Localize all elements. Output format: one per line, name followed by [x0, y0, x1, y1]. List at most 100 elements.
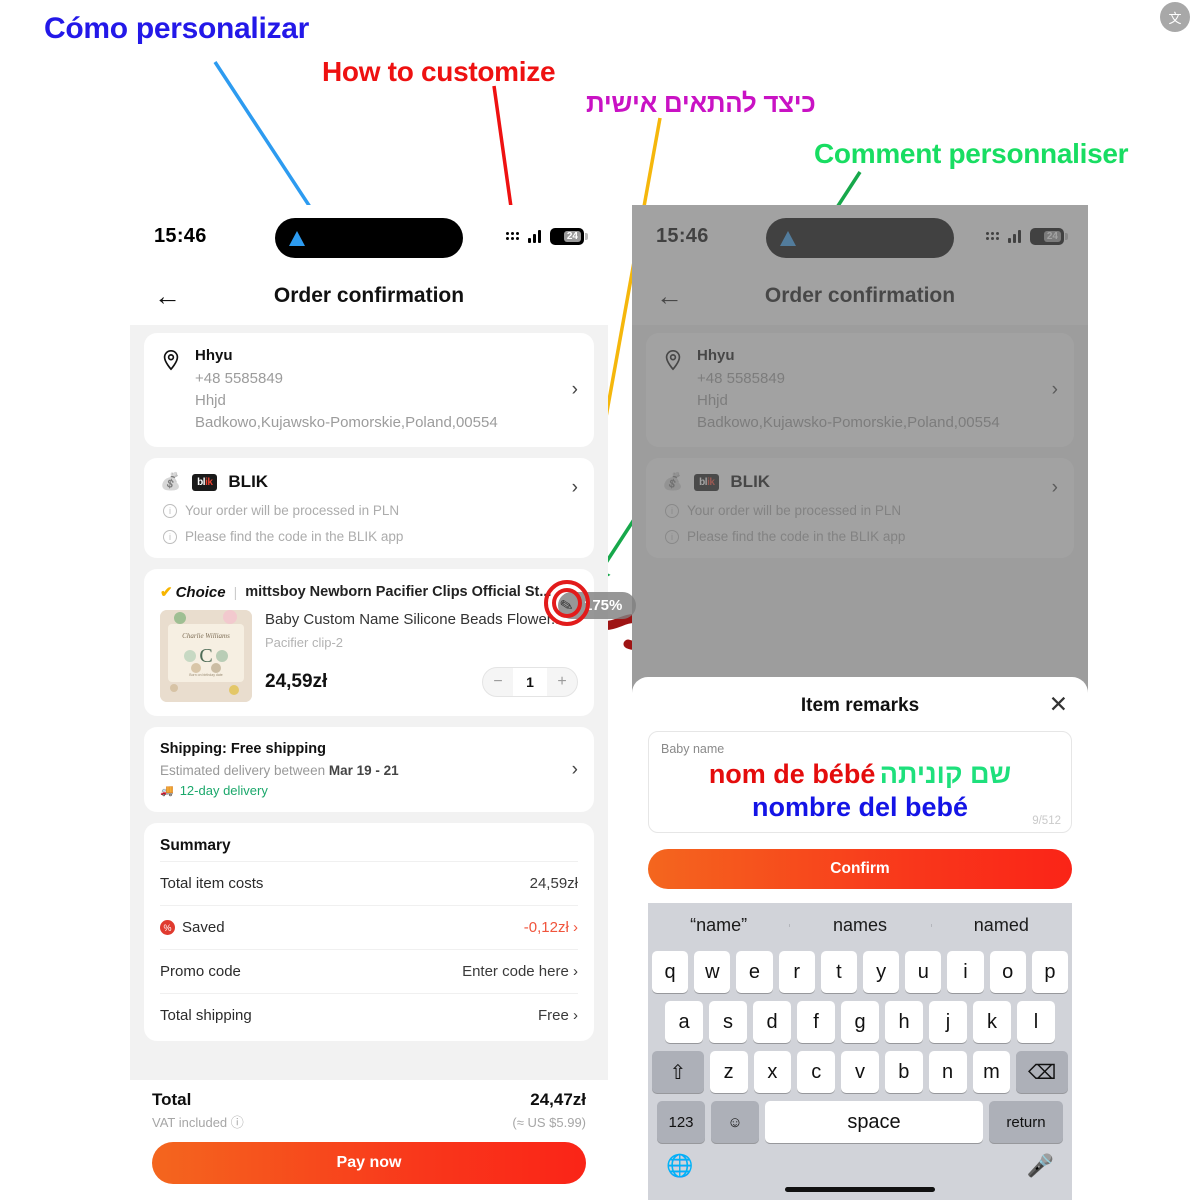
pay-now-button[interactable]: Pay now [152, 1142, 586, 1184]
key-i[interactable]: i [947, 951, 984, 993]
remarks-input[interactable]: Baby name nom de bébé שם קוניתה nombre d… [648, 731, 1072, 833]
battery-level: 24 [563, 230, 581, 242]
info-icon: i [163, 529, 177, 544]
chevron-right-icon: › [573, 963, 578, 981]
chevron-right-icon[interactable]: › [572, 759, 578, 781]
product-title: Baby Custom Name Silicone Beads Flower..… [265, 611, 564, 629]
prediction-0[interactable]: “name” [648, 915, 789, 936]
key-l[interactable]: l [1017, 1001, 1055, 1043]
shipping-estimate: Estimated delivery between Mar 19 - 21 [160, 763, 399, 779]
shipping-title: Shipping: Free shipping [160, 741, 326, 758]
remarks-field-label: Baby name [661, 742, 725, 757]
key-z[interactable]: z [709, 1051, 748, 1093]
key-h[interactable]: h [885, 1001, 923, 1043]
key-s[interactable]: s [709, 1001, 747, 1043]
key-w[interactable]: w [694, 951, 731, 993]
summary-label: Promo code [160, 963, 241, 981]
backspace-key-icon[interactable]: ⌫ [1016, 1051, 1069, 1093]
address-phone: +48 5585849 [195, 370, 284, 387]
info-icon: i [163, 503, 177, 518]
wifi-icon [528, 229, 541, 243]
total-amount: 24,47zł [530, 1090, 586, 1109]
shipping-speed: 🚚 12-day delivery [160, 783, 268, 799]
divider: | [233, 584, 238, 601]
key-n[interactable]: n [928, 1051, 967, 1093]
shipping-card[interactable]: Shipping: Free shipping Estimated delive… [144, 727, 594, 813]
payment-method-name: BLIK [228, 472, 269, 492]
product-thumbnail[interactable]: Charlie Williams C Born on birthday date [160, 610, 252, 703]
key-k[interactable]: k [973, 1001, 1011, 1043]
key-x[interactable]: x [753, 1051, 792, 1093]
key-c[interactable]: c [797, 1051, 836, 1093]
choice-badge: ✔ Choice [160, 583, 226, 602]
key-b[interactable]: b [884, 1051, 923, 1093]
key-j[interactable]: j [929, 1001, 967, 1043]
keyboard-row-4: 123 ☺ space return [648, 1097, 1072, 1147]
key-e[interactable]: e [736, 951, 773, 993]
total-label: Total [152, 1090, 192, 1109]
character-counter: 9/512 [1032, 815, 1061, 827]
summary-value: Enter code here › [462, 963, 578, 981]
truck-icon: 🚚 [160, 785, 174, 798]
quantity-stepper[interactable]: − 1 + [482, 666, 578, 697]
payment-card[interactable]: 💰 blik BLIK i Your order will be processe… [144, 458, 594, 559]
key-a[interactable]: a [665, 1001, 703, 1043]
item-remarks-sheet: Item remarks ✕ Baby name nom de bébé שם … [632, 677, 1088, 1200]
status-indicators: 24 [506, 227, 588, 245]
microphone-icon[interactable]: 🎤 [1027, 1153, 1054, 1179]
prediction-2[interactable]: named [930, 915, 1072, 936]
navigation-arrow-icon [289, 230, 305, 246]
summary-label: Total shipping [160, 1007, 252, 1025]
translate-icon[interactable]: 文 [1160, 2, 1190, 32]
confirm-button[interactable]: Confirm [648, 849, 1072, 889]
chevron-right-icon[interactable]: › [572, 379, 578, 401]
content-scroll[interactable]: Hhyu +48 5585849 Hhjd Badkowo,Kujawsko-P… [130, 325, 608, 1200]
prediction-1[interactable]: names [789, 915, 930, 936]
key-p[interactable]: p [1031, 951, 1069, 993]
chevron-right-icon[interactable]: › [572, 477, 578, 499]
address-card[interactable]: Hhyu +48 5585849 Hhjd Badkowo,Kujawsko-P… [144, 333, 594, 448]
key-u[interactable]: u [905, 951, 942, 993]
remark-value-spanish: nombre del bebé [751, 792, 969, 823]
key-v[interactable]: v [841, 1051, 879, 1093]
qty-increase-button[interactable]: + [547, 668, 577, 696]
numeric-key[interactable]: 123 [657, 1101, 705, 1143]
status-bar: 15:46 24 [130, 205, 608, 267]
summary-value: -0,12zł › [523, 919, 578, 937]
store-name[interactable]: mittsboy Newborn Pacifier Clips Official… [245, 584, 578, 600]
key-d[interactable]: d [753, 1001, 791, 1043]
return-key[interactable]: return [989, 1101, 1063, 1143]
item-card[interactable]: ✔ Choice | mittsboy Newborn Pacifier Clip… [144, 569, 594, 717]
summary-row[interactable]: % Saved -0,12zł › [160, 905, 578, 949]
key-y[interactable]: y [863, 951, 900, 993]
chevron-right-icon: › [573, 1007, 578, 1025]
home-indicator [785, 1187, 935, 1192]
key-q[interactable]: q [651, 951, 689, 993]
close-icon[interactable]: ✕ [1049, 693, 1068, 716]
product-price: 24,59zł [265, 670, 328, 692]
key-f[interactable]: f [797, 1001, 835, 1043]
space-key[interactable]: space [765, 1101, 983, 1143]
summary-row[interactable]: Promo code Enter code here › [160, 949, 578, 993]
key-g[interactable]: g [841, 1001, 879, 1043]
back-arrow-icon[interactable]: ← [154, 282, 181, 310]
shift-key-icon[interactable]: ⇧ [652, 1051, 704, 1093]
coin-icon: 💰 [160, 472, 182, 492]
chevron-right-icon: › [573, 919, 578, 937]
summary-row[interactable]: Total shipping Free › [160, 993, 578, 1037]
saved-badge-icon: % [160, 920, 175, 936]
key-t[interactable]: t [820, 951, 857, 993]
keyboard-row-2: a s d f g h j k l [648, 997, 1072, 1047]
onscreen-keyboard: “name” names named q w e r t y u i o p a… [648, 903, 1072, 1200]
globe-icon[interactable]: 🌐 [666, 1153, 693, 1179]
summary-row: Total item costs 24,59zł [160, 861, 578, 905]
emoji-key-icon[interactable]: ☺ [711, 1101, 759, 1143]
key-m[interactable]: m [972, 1051, 1011, 1093]
key-o[interactable]: o [989, 951, 1026, 993]
key-r[interactable]: r [778, 951, 815, 993]
qty-decrease-button[interactable]: − [483, 668, 513, 696]
phone-screen-right: 15:46 24 ← Order confirmation [632, 205, 1088, 1200]
phone-screen-left: 15:46 24 ← Order confirmation Hhyu +48 5… [130, 205, 608, 1200]
dynamic-island [275, 218, 463, 258]
payment-note-2: Please find the code in the BLIK app [185, 529, 404, 545]
